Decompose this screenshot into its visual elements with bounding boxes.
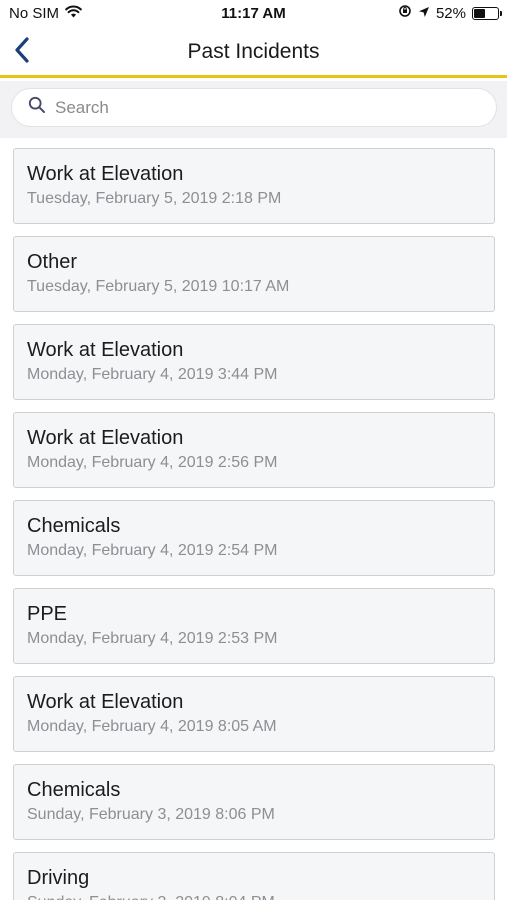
- navigation-bar: Past Incidents: [0, 28, 507, 78]
- status-bar: No SIM 11:17 AM 52%: [0, 0, 507, 28]
- battery-cap: [500, 10, 502, 16]
- incident-date: Monday, February 4, 2019 8:05 AM: [27, 718, 277, 735]
- incident-date: Tuesday, February 5, 2019 10:17 AM: [27, 278, 290, 295]
- incident-title: Work at Elevation: [27, 691, 184, 713]
- incident-card[interactable]: Other Tuesday, February 5, 2019 10:17 AM: [13, 236, 495, 312]
- battery-icon: [472, 6, 502, 20]
- search-bar[interactable]: [11, 88, 497, 127]
- incident-date: Monday, February 4, 2019 2:56 PM: [27, 454, 278, 471]
- incident-date: Tuesday, February 5, 2019 2:18 PM: [27, 190, 282, 207]
- page-title: Past Incidents: [187, 40, 320, 63]
- incident-title: Chemicals: [27, 515, 121, 537]
- incident-date: Monday, February 4, 2019 3:44 PM: [27, 366, 278, 383]
- incident-title: Work at Elevation: [27, 339, 184, 361]
- search-area: [0, 81, 507, 138]
- incident-title: Work at Elevation: [27, 427, 184, 449]
- incident-card[interactable]: PPE Monday, February 4, 2019 2:53 PM: [13, 588, 495, 664]
- incident-date: Sunday, February 3, 2019 8:06 PM: [27, 806, 275, 823]
- incident-title: Chemicals: [27, 779, 121, 801]
- battery-percent: 52%: [435, 4, 466, 22]
- incident-card[interactable]: Driving Sunday, February 3, 2019 8:04 PM: [13, 852, 495, 900]
- incident-title: Work at Elevation: [27, 163, 184, 185]
- incident-card[interactable]: Work at Elevation Monday, February 4, 20…: [13, 324, 495, 400]
- orientation-lock-icon: [398, 4, 412, 22]
- status-right: 52%: [398, 4, 502, 22]
- incident-title: Other: [27, 251, 78, 273]
- incident-list: Work at Elevation Tuesday, February 5, 2…: [13, 148, 495, 900]
- incident-card[interactable]: Chemicals Monday, February 4, 2019 2:54 …: [13, 500, 495, 576]
- incident-date: Sunday, February 3, 2019 8:04 PM: [27, 894, 275, 900]
- incident-date: Monday, February 4, 2019 2:54 PM: [27, 542, 278, 559]
- search-input[interactable]: [55, 97, 475, 118]
- incident-card[interactable]: Work at Elevation Monday, February 4, 20…: [13, 412, 495, 488]
- incident-card[interactable]: Work at Elevation Monday, February 4, 20…: [13, 676, 495, 752]
- incident-title: PPE: [27, 603, 68, 625]
- search-icon: [28, 96, 46, 119]
- incident-card[interactable]: Chemicals Sunday, February 3, 2019 8:06 …: [13, 764, 495, 840]
- incident-title: Driving: [27, 867, 90, 889]
- battery-level: [474, 8, 485, 18]
- location-arrow-icon: [418, 5, 430, 22]
- incident-date: Monday, February 4, 2019 2:53 PM: [27, 630, 278, 647]
- incident-card[interactable]: Work at Elevation Tuesday, February 5, 2…: [13, 148, 495, 224]
